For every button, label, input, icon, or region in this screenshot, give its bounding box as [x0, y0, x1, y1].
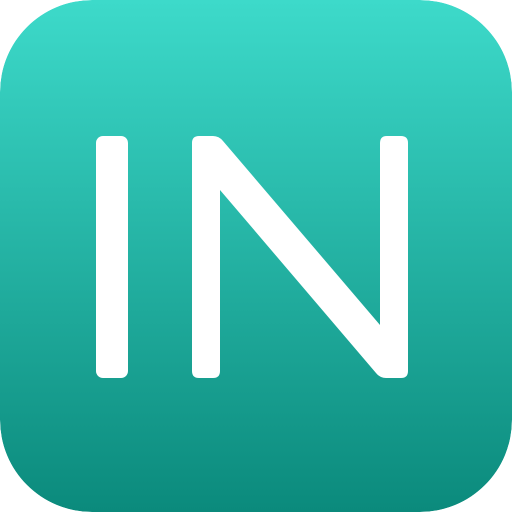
letter-i-glyph — [96, 136, 128, 378]
app-icon[interactable] — [0, 0, 512, 512]
in-monogram-icon — [0, 0, 512, 512]
icon-background — [0, 0, 512, 512]
